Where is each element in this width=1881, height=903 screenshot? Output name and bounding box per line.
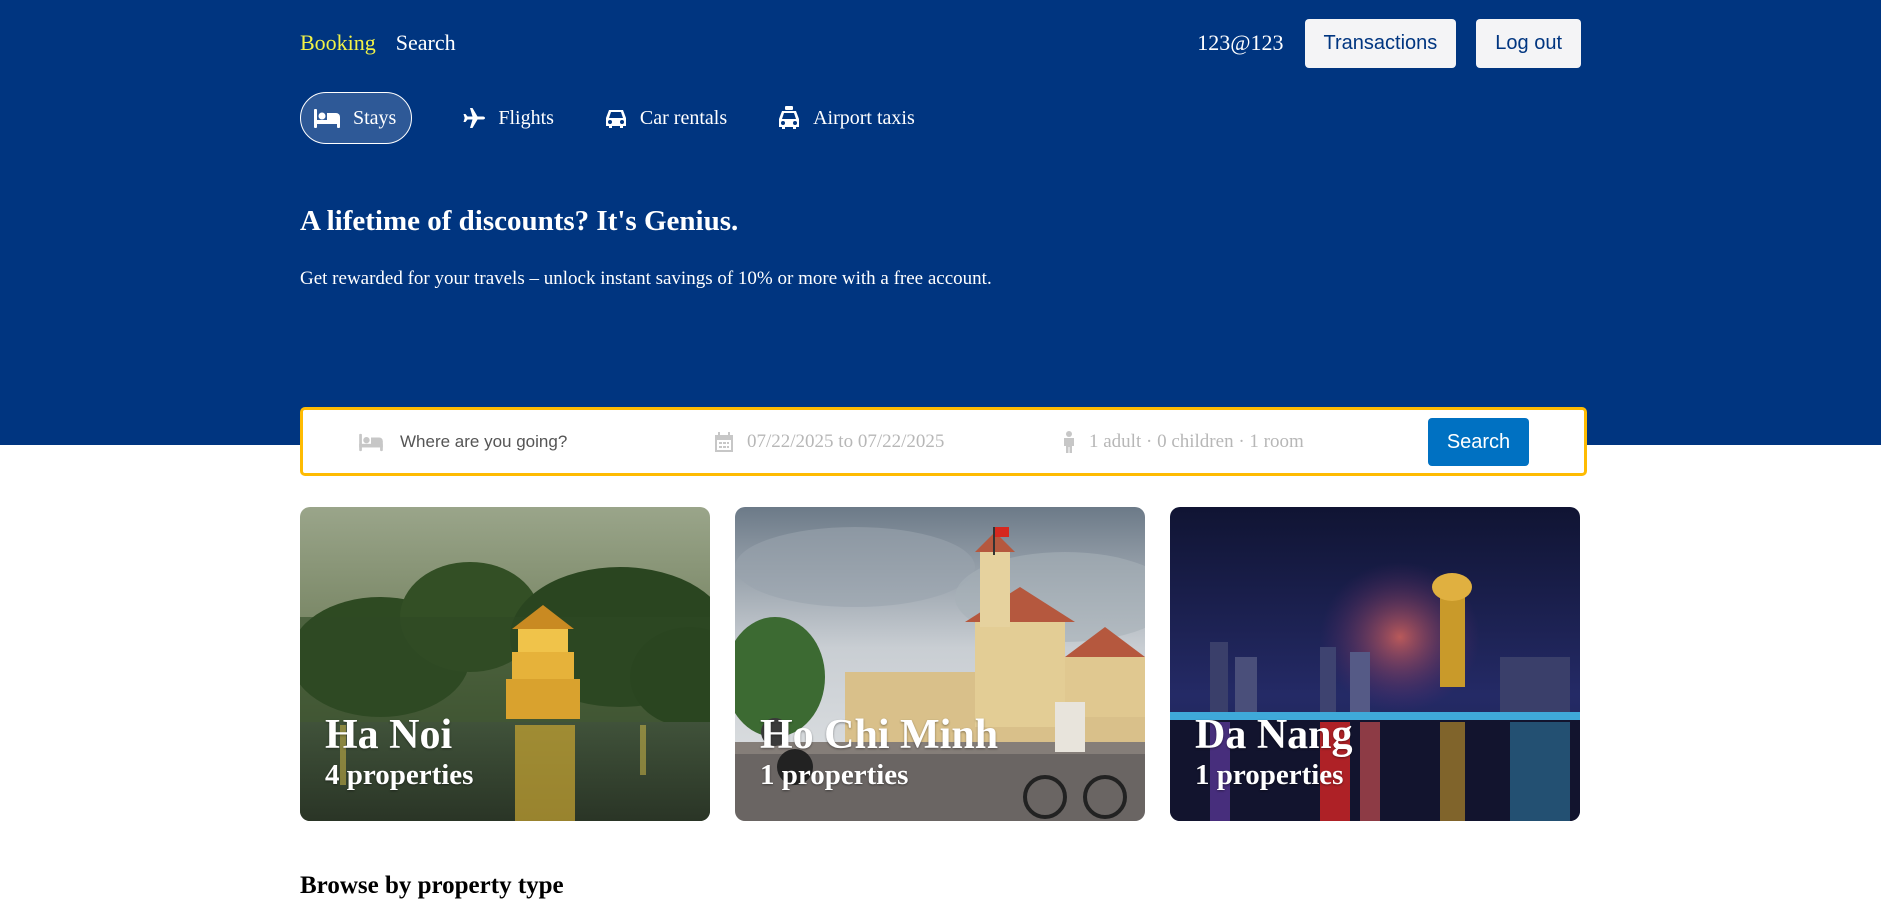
property-count: 1 properties xyxy=(1195,759,1344,792)
taxi-icon xyxy=(779,106,800,129)
navbar-left: Booking Search xyxy=(300,30,456,56)
featured-titles: Da Nang 1 properties xyxy=(1195,713,1353,795)
tab-stays[interactable]: Stays xyxy=(300,92,413,144)
search-bar: 07/22/2025 to 07/22/2025 1 adult · 0 chi… xyxy=(300,407,1587,476)
destination-input[interactable] xyxy=(398,430,658,453)
tab-car-rentals[interactable]: Car rentals xyxy=(604,92,727,144)
tab-label: Stays xyxy=(353,106,397,129)
featured-item-ha-noi[interactable]: Ha Noi 4 properties xyxy=(300,507,710,821)
featured-item-da-nang[interactable]: Da Nang 1 properties xyxy=(1170,507,1580,821)
bed-icon xyxy=(314,109,340,128)
transactions-button[interactable]: Transactions xyxy=(1304,18,1457,68)
plane-icon xyxy=(463,108,486,128)
tab-label: Airport taxis xyxy=(813,106,915,129)
date-picker[interactable]: 07/22/2025 to 07/22/2025 xyxy=(715,431,944,453)
guest-options-text: 1 adult · 0 children · 1 room xyxy=(1089,430,1304,452)
bed-icon xyxy=(359,433,383,451)
tab-label: Flights xyxy=(498,106,554,129)
featured-titles: Ha Noi 4 properties xyxy=(325,713,473,795)
tab-flights[interactable]: Flights xyxy=(462,92,554,144)
date-range-text: 07/22/2025 to 07/22/2025 xyxy=(747,430,945,452)
city-name: Ha Noi xyxy=(325,712,453,759)
search-link[interactable]: Search xyxy=(396,30,456,56)
city-name: Ho Chi Minh xyxy=(760,712,999,759)
navbar-right: 123@123 Transactions Log out xyxy=(1197,18,1581,68)
brand-logo[interactable]: Booking xyxy=(300,30,376,56)
guest-options[interactable]: 1 adult · 0 children · 1 room xyxy=(1063,430,1304,453)
destination-search xyxy=(358,430,658,453)
tab-label: Car rentals xyxy=(639,106,728,129)
browse-property-type-title: Browse by property type xyxy=(300,872,564,899)
featured-cities: Ha Noi 4 properties Ho Chi Minh 1 proper… xyxy=(300,507,1581,821)
navbar: Booking Search 123@123 Transactions Log … xyxy=(300,18,1581,68)
logout-button[interactable]: Log out xyxy=(1476,18,1581,68)
hero-title: A lifetime of discounts? It's Genius. xyxy=(300,205,739,237)
car-icon xyxy=(605,110,626,128)
person-icon xyxy=(1064,430,1074,453)
featured-item-ho-chi-minh[interactable]: Ho Chi Minh 1 properties xyxy=(735,507,1145,821)
search-button[interactable]: Search xyxy=(1428,418,1529,466)
user-email: 123@123 xyxy=(1197,30,1284,55)
header-list: Stays Flights Car rentals Airport taxis xyxy=(300,92,1581,144)
calendar-icon xyxy=(715,431,733,452)
property-count: 1 properties xyxy=(760,759,909,792)
property-count: 4 properties xyxy=(325,759,474,792)
featured-titles: Ho Chi Minh 1 properties xyxy=(760,713,998,795)
tab-airport-taxis[interactable]: Airport taxis xyxy=(777,92,915,144)
city-name: Da Nang xyxy=(1195,712,1353,759)
hero-description: Get rewarded for your travels – unlock i… xyxy=(300,268,992,289)
